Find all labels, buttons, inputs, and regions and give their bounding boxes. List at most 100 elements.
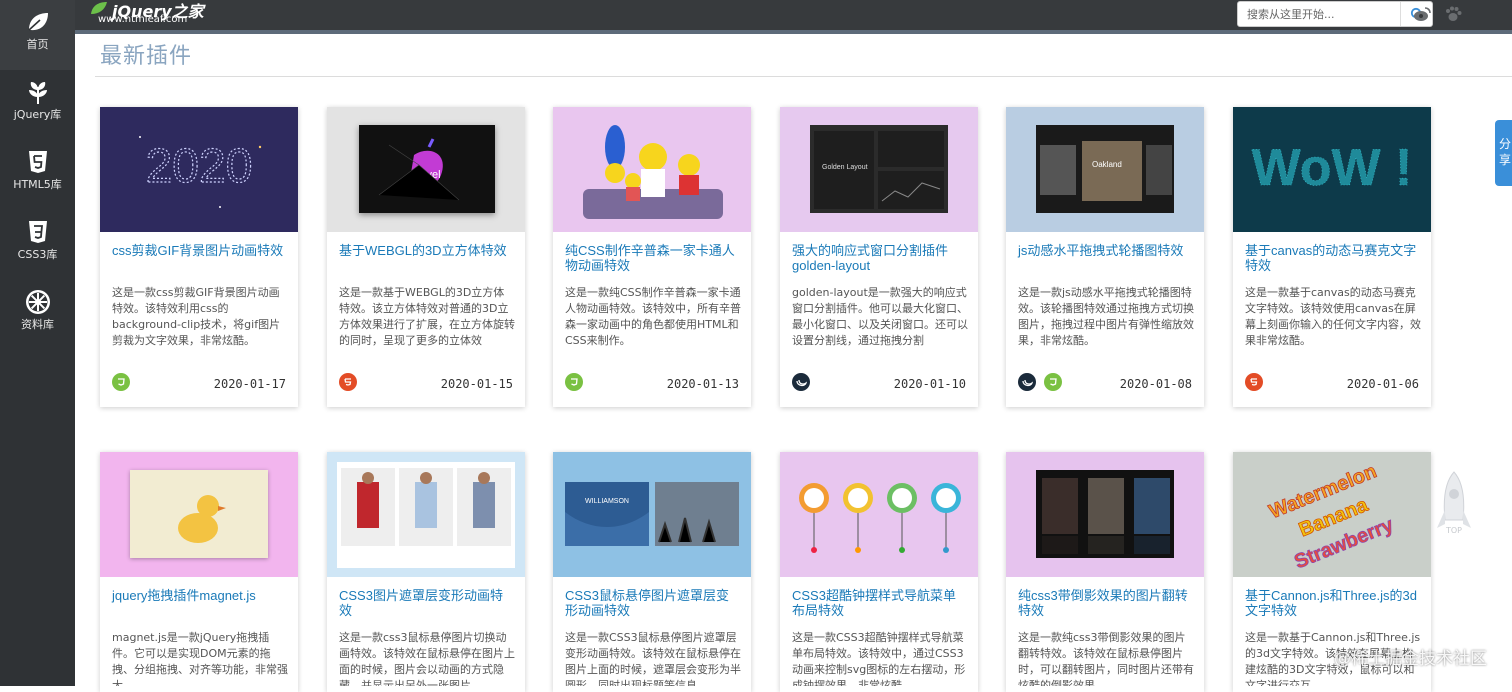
- sidebar-item-jquery[interactable]: jQuery库: [0, 70, 75, 140]
- card-description: 这是一款css剪裁GIF背景图片动画特效。该特效利用css的background…: [112, 286, 281, 347]
- logo-url: www.htmleaf.com: [98, 14, 188, 25]
- plugin-card[interactable]: vvel 基于WEBGL的3D立方体特效 这是一款基于WEBGL的3D立方体特效…: [327, 107, 525, 407]
- thumb-simpsons-graphic: [583, 125, 723, 219]
- plugin-card[interactable]: WoW ! 基于canvas的动态马赛克文字特效 这是一款基于canvas的动态…: [1233, 107, 1431, 407]
- css3-badge-icon: [112, 373, 130, 391]
- card-thumbnail[interactable]: [780, 452, 978, 577]
- thumb-3d-text-graphic: Watermelon Banana Strawberry: [1266, 460, 1398, 574]
- thumb-text: WoW !: [1252, 139, 1413, 197]
- plant-icon: [29, 82, 47, 104]
- thumb-text: 2020: [146, 140, 253, 193]
- card-date: 2020-01-17: [213, 377, 286, 391]
- card-thumbnail[interactable]: Watermelon Banana Strawberry: [1233, 452, 1431, 577]
- card-description: 这是一款CSS3鼠标悬停图片遮罩层变形动画特效。该特效在鼠标悬停在图片上面的时候…: [565, 631, 741, 686]
- card-thumbnail[interactable]: [1006, 452, 1204, 577]
- card-description: magnet.js是一款jQuery拖拽插件。它可以是实现DOM元素的拖拽、分组…: [112, 631, 288, 686]
- card-footer: 2020-01-06: [1233, 365, 1431, 405]
- card-thumbnail[interactable]: [553, 107, 751, 232]
- search-input[interactable]: [1238, 2, 1398, 26]
- plugin-card[interactable]: CSS3图片遮罩层变形动画特效 这是一款css3鼠标悬停图片切换动画特效。该特效…: [327, 452, 525, 692]
- top-bar-accent: [75, 30, 1512, 34]
- card-thumbnail[interactable]: Golden Layout: [780, 107, 978, 232]
- thumb-webgl-graphic: vvel: [378, 138, 460, 201]
- html5-badge-icon: [339, 373, 357, 391]
- card-title[interactable]: CSS3图片遮罩层变形动画特效: [339, 588, 515, 618]
- card-description: 这是一款js动感水平拖拽式轮播图特效。该轮播图特效通过拖拽方式切换图片，拖拽过程…: [1018, 286, 1194, 347]
- watermark: @稀土掘金技术社区: [1334, 649, 1487, 669]
- card-title[interactable]: CSS3鼠标悬停图片遮罩层变形动画特效: [565, 588, 741, 618]
- card-title[interactable]: js动感水平拖拽式轮播图特效: [1018, 243, 1194, 258]
- left-sidebar: 首页 jQuery库 HTML5库 CSS3库 资料库: [0, 0, 75, 686]
- sidebar-item-home[interactable]: 首页: [0, 0, 75, 70]
- back-to-top-rocket-icon[interactable]: TOP: [1433, 470, 1475, 550]
- sidebar-item-resources[interactable]: 资料库: [0, 280, 75, 350]
- plugin-card[interactable]: jquery拖拽插件magnet.js magnet.js是一款jQuery拖拽…: [100, 452, 298, 692]
- thumb-text: WILLIAMSON: [585, 498, 629, 505]
- card-title[interactable]: CSS3超酷钟摆样式导航菜单布局特效: [792, 588, 968, 618]
- sidebar-item-html5[interactable]: HTML5库: [0, 140, 75, 210]
- paw-icon[interactable]: [1444, 6, 1462, 22]
- search-box: [1237, 1, 1433, 27]
- thumb-2020-graphic: 2020: [139, 136, 262, 208]
- card-footer: 2020-01-10: [780, 365, 978, 405]
- thumb-window: [1036, 470, 1174, 558]
- css3-badge-icon: [1044, 373, 1062, 391]
- card-thumbnail[interactable]: vvel: [327, 107, 525, 232]
- card-date: 2020-01-15: [440, 377, 513, 391]
- weibo-icon[interactable]: [1413, 6, 1431, 22]
- thumb-window: Oakland: [1036, 125, 1174, 213]
- card-date: 2020-01-06: [1346, 377, 1419, 391]
- plugin-card[interactable]: Oakland js动感水平拖拽式轮播图特效 这是一款js动感水平拖拽式轮播图特…: [1006, 107, 1204, 407]
- card-thumbnail[interactable]: WoW !: [1233, 107, 1431, 232]
- card-footer: 2020-01-13: [553, 365, 751, 405]
- thumb-models-graphic: [341, 468, 511, 546]
- leaf-icon: [28, 13, 48, 31]
- card-title[interactable]: 纯css3带倒影效果的图片翻转特效: [1018, 588, 1194, 618]
- section-title: 最新插件: [100, 44, 193, 69]
- thumb-pendulum-nav-graphic: [799, 483, 961, 553]
- card-date: 2020-01-13: [666, 377, 739, 391]
- thumb-window: [130, 470, 268, 558]
- card-title[interactable]: 纯CSS制作辛普森一家卡通人物动画特效: [565, 243, 741, 273]
- jquery-badge-icon: [1018, 373, 1036, 391]
- card-footer: 2020-01-17: [100, 365, 298, 405]
- plugin-card[interactable]: 2020 css剪裁GIF背景图片动画特效 这是一款css剪裁GIF背景图片动画…: [100, 107, 298, 407]
- sidebar-item-css3[interactable]: CSS3库: [0, 210, 75, 280]
- top-bar: jQuery之家 www.htmleaf.com: [75, 0, 1512, 30]
- thumb-mosaic-text-graphic: WoW !: [1251, 139, 1413, 198]
- card-description: 这是一款css3鼠标悬停图片切换动画特效。该特效在鼠标悬停在图片上面的时候，图片…: [339, 631, 515, 686]
- plugin-card[interactable]: Golden Layout 强大的响应式窗口分割插件golden-layout …: [780, 107, 978, 407]
- jquery-badge-icon: [792, 373, 810, 391]
- plugin-card[interactable]: 纯css3带倒影效果的图片翻转特效 这是一款纯css3带倒影效果的图片翻转特效。…: [1006, 452, 1204, 692]
- card-title[interactable]: 基于WEBGL的3D立方体特效: [339, 243, 515, 258]
- thumb-text: Golden Layout: [822, 164, 868, 171]
- card-title[interactable]: 基于canvas的动态马赛克文字特效: [1245, 243, 1421, 273]
- plugin-card[interactable]: CSS3超酷钟摆样式导航菜单布局特效 这是一款CSS3超酷钟摆样式导航菜单布局特…: [780, 452, 978, 692]
- thumb-window: [337, 462, 515, 568]
- share-tab[interactable]: 分享: [1495, 120, 1512, 186]
- css3-badge-icon: [565, 373, 583, 391]
- sidebar-item-label: jQuery库: [13, 108, 62, 121]
- card-date: 2020-01-08: [1119, 377, 1192, 391]
- sidebar-item-label: 首页: [26, 38, 49, 51]
- card-footer: 2020-01-15: [327, 365, 525, 405]
- plugin-card[interactable]: 纯CSS制作辛普森一家卡通人物动画特效 这是一款纯CSS制作辛普森一家卡通人物动…: [553, 107, 751, 407]
- card-description: 这是一款CSS3超酷钟摆样式导航菜单布局特效。该特效中，通过CSS3动画来控制s…: [792, 631, 966, 686]
- card-title[interactable]: 基于Cannon.js和Three.js的3d文字特效: [1245, 588, 1421, 618]
- card-description: 这是一款纯CSS制作辛普森一家卡通人物动画特效。该特效中，所有辛普森一家动画中的…: [565, 286, 741, 347]
- plugin-card[interactable]: WILLIAMSON CSS3鼠标悬停图片遮罩层变形动画特效 这是一款CSS3鼠…: [553, 452, 751, 692]
- card-thumbnail[interactable]: WILLIAMSON: [553, 452, 751, 577]
- card-title[interactable]: css剪裁GIF背景图片动画特效: [112, 243, 288, 258]
- thumb-hover-mask-graphic: WILLIAMSON: [565, 482, 739, 546]
- card-thumbnail[interactable]: [327, 452, 525, 577]
- card-title[interactable]: 强大的响应式窗口分割插件golden-layout: [792, 243, 968, 273]
- card-thumbnail[interactable]: [100, 452, 298, 577]
- rocket-label: TOP: [1445, 526, 1462, 535]
- sidebar-item-label: CSS3库: [17, 248, 58, 261]
- card-thumbnail[interactable]: Oakland: [1006, 107, 1204, 232]
- card-title[interactable]: jquery拖拽插件magnet.js: [112, 588, 288, 603]
- card-date: 2020-01-10: [893, 377, 966, 391]
- card-description: 这是一款基于canvas的动态马赛克文字特效。该特效使用canvas在屏幕上刻画…: [1245, 286, 1421, 347]
- card-description: 这是一款基于WEBGL的3D立方体特效。该立方体特效对普通的3D立方体效果进行了…: [339, 286, 515, 347]
- card-thumbnail[interactable]: 2020: [100, 107, 298, 232]
